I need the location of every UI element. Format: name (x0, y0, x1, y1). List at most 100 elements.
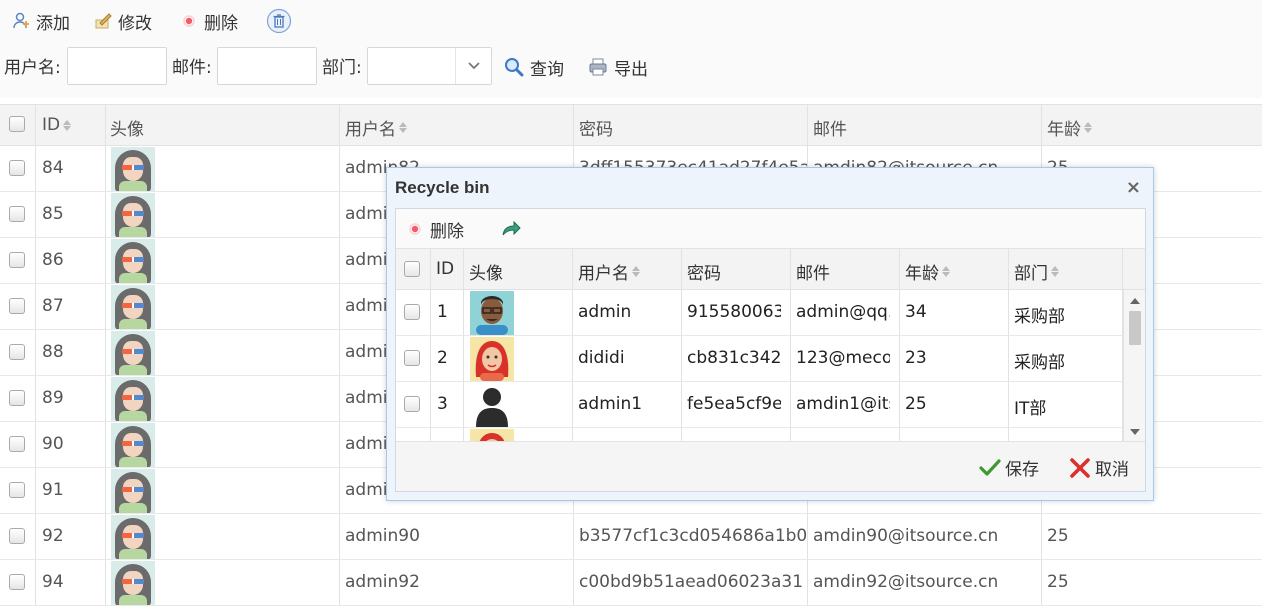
cell-password: b3577cf1c3cd054686a1b0 (579, 526, 807, 546)
cell-age: 25 (905, 394, 927, 414)
edit-icon (94, 12, 112, 30)
silhouette-avatar-icon (470, 383, 514, 427)
scroll-down-icon[interactable] (1130, 429, 1140, 435)
row-checkbox[interactable] (404, 304, 420, 320)
dept-select[interactable] (367, 47, 492, 85)
cancel-x-icon (1069, 457, 1091, 478)
cell-password: 9155800639 (687, 302, 781, 322)
recycle-row[interactable]: 1 admin 9155800639 admin@qq. 34 采购部 (396, 290, 1123, 336)
cell-dept: IT部 (1014, 399, 1047, 419)
scroll-thumb[interactable] (1129, 311, 1141, 345)
girl-avatar-icon (111, 193, 155, 237)
col-avatar-header: 头像 (110, 120, 144, 140)
cell-email: amdin1@its (796, 394, 890, 414)
sort-icon (399, 122, 407, 133)
cell-username: admin1 (578, 394, 643, 414)
scroll-up-icon[interactable] (1130, 298, 1140, 304)
row-checkbox[interactable] (9, 298, 25, 314)
dept-label: 部门: (322, 58, 362, 78)
cell-id: 94 (42, 572, 64, 592)
edit-button[interactable]: 修改 (94, 8, 152, 34)
cell-age: 25 (1047, 526, 1069, 546)
dialog-title: Recycle bin (395, 178, 490, 197)
cell-email: amdin90@itsource.cn (813, 526, 999, 546)
delete-button[interactable]: 删除 (180, 8, 238, 34)
girl-avatar-icon (111, 515, 155, 559)
username-input[interactable] (67, 47, 167, 85)
save-button[interactable]: 保存 (979, 455, 1039, 480)
row-checkbox[interactable] (9, 436, 25, 452)
girl-avatar-icon (111, 239, 155, 283)
row-checkbox[interactable] (404, 396, 420, 412)
row-checkbox[interactable] (9, 482, 25, 498)
cell-password: cb831c3428 (687, 348, 781, 368)
col-password-header: 密码 (579, 120, 613, 140)
row-checkbox[interactable] (9, 344, 25, 360)
row-checkbox[interactable] (9, 528, 25, 544)
recycle-row[interactable]: 2 dididi cb831c3428 123@meco. 23 采购部 (396, 336, 1123, 382)
row-checkbox[interactable] (9, 206, 25, 222)
recycle-row[interactable]: 3 admin1 fe5ea5cf9e1 amdin1@its 25 IT部 (396, 382, 1123, 428)
recycle-bin-dialog: Recycle bin × 删除 ID 头像 用户名 密码 邮件 年龄 部门 1… (386, 167, 1154, 501)
chevron-down-icon[interactable] (455, 48, 491, 84)
add-user-icon (12, 12, 30, 30)
cell-username: admin90 (345, 526, 420, 546)
save-button-label: 保存 (1005, 460, 1039, 480)
username-label: 用户名: (4, 58, 61, 78)
query-button[interactable]: 查询 (504, 54, 564, 80)
export-button[interactable]: 导出 (588, 54, 648, 80)
recycle-bin-button[interactable] (266, 8, 292, 34)
table-row[interactable]: 94 admin92 c00bd9b51aead06023a31 amdin92@it… (0, 560, 1262, 606)
cell-id: 87 (42, 296, 64, 316)
row-checkbox[interactable] (9, 160, 25, 176)
sort-icon (632, 266, 640, 277)
delete-dot-icon (180, 12, 198, 30)
cell-dept: 采购部 (1014, 353, 1065, 373)
sort-icon (1084, 122, 1092, 133)
dialog-select-all-checkbox[interactable] (404, 261, 420, 277)
col-email-header: 邮件 (813, 120, 847, 140)
cell-id: 85 (42, 204, 64, 224)
add-button[interactable]: 添加 (12, 8, 70, 34)
row-checkbox[interactable] (404, 350, 420, 366)
man-avatar-icon (470, 291, 514, 335)
col-age-header[interactable]: 年龄 (1047, 115, 1092, 140)
restore-button[interactable] (500, 216, 522, 242)
dcol-username-header[interactable]: 用户名 (578, 259, 640, 284)
row-checkbox[interactable] (9, 252, 25, 268)
cancel-button[interactable]: 取消 (1069, 455, 1129, 480)
girl-avatar-icon (111, 285, 155, 329)
recycle-row[interactable] (396, 428, 1123, 441)
select-all-checkbox[interactable] (9, 116, 25, 132)
printer-icon (588, 57, 608, 77)
girl-avatar-icon (111, 147, 155, 191)
delete-button-label: 删除 (204, 13, 238, 34)
close-icon[interactable]: × (1126, 177, 1141, 198)
scroll-header-corner (1123, 249, 1145, 290)
cell-age: 25 (1047, 572, 1069, 592)
cell-id: 90 (42, 434, 64, 454)
table-row[interactable]: 92 admin90 b3577cf1c3cd054686a1b0 amdin90@i… (0, 514, 1262, 560)
row-checkbox[interactable] (9, 390, 25, 406)
recycle-grid-header: ID 头像 用户名 密码 邮件 年龄 部门 (396, 249, 1123, 290)
sort-icon (942, 266, 950, 277)
email-input[interactable] (217, 47, 317, 85)
dialog-delete-button[interactable]: 删除 (406, 216, 464, 242)
cell-age: 34 (905, 302, 927, 322)
query-button-label: 查询 (530, 59, 564, 80)
dcol-dept-header[interactable]: 部门 (1014, 259, 1059, 284)
cell-id: 86 (42, 250, 64, 270)
dialog-scrollbar[interactable] (1123, 290, 1145, 441)
col-username-header[interactable]: 用户名 (345, 115, 407, 140)
dcol-age-header[interactable]: 年龄 (905, 259, 950, 284)
check-icon (979, 458, 1001, 478)
cell-age: 23 (905, 348, 927, 368)
email-label: 邮件: (172, 58, 212, 78)
search-icon (504, 57, 524, 77)
cell-password: c00bd9b51aead06023a31 (579, 572, 804, 592)
dialog-body: 删除 ID 头像 用户名 密码 邮件 年龄 部门 1 admin 9155800… (395, 208, 1146, 492)
cell-id: 91 (42, 480, 64, 500)
girl-avatar-icon (111, 561, 155, 605)
col-id-header[interactable]: ID (42, 115, 72, 135)
row-checkbox[interactable] (9, 574, 25, 590)
